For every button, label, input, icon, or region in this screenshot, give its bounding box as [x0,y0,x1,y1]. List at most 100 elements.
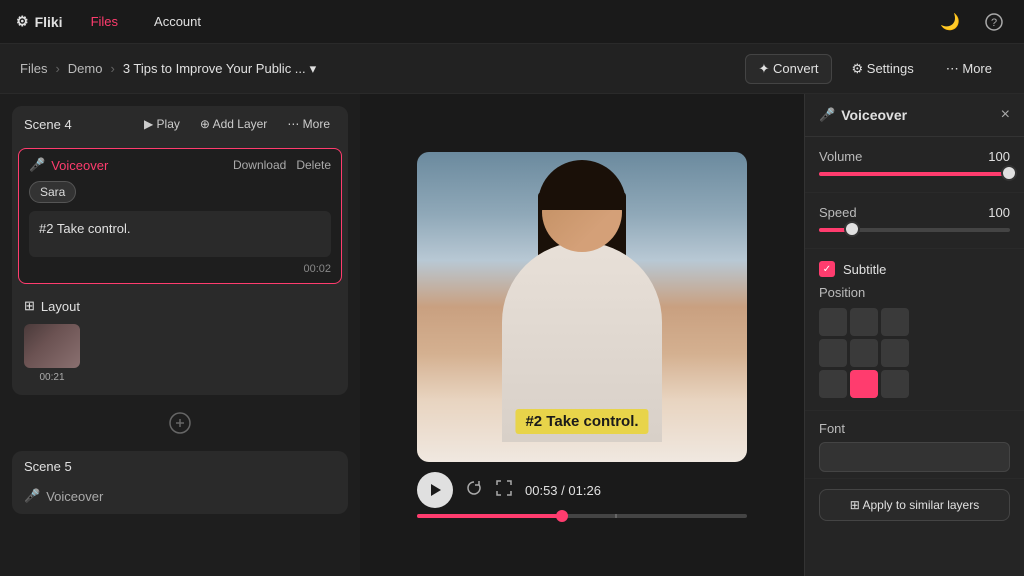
main-content: Scene 4 ▶ Play ⊕ Add Layer ⋯ More 🎤 Voic… [0,94,1024,576]
font-selector[interactable] [819,442,1010,472]
settings-button[interactable]: ⚙ Settings [840,55,926,83]
mic-icon: 🎤 [29,157,45,173]
voiceover-panel-title: Voiceover [841,107,994,123]
voiceover-label: Voiceover [51,158,227,173]
breadcrumb-demo[interactable]: Demo [68,61,103,76]
replay-button[interactable] [465,479,483,502]
volume-value: 100 [988,149,1010,164]
position-label: Position [819,285,1010,300]
position-cell-1[interactable] [850,308,878,336]
position-cell-8[interactable] [881,370,909,398]
dark-mode-button[interactable]: 🌙 [936,8,964,36]
app-logo: ⚙ Fliki [16,13,63,30]
top-nav: ⚙ Fliki Files Account 🌙 ? [0,0,1024,44]
voiceover-panel-header: 🎤 Voiceover × [805,94,1024,137]
position-section: Position [819,285,1010,398]
voiceover-header: 🎤 Voiceover Download Delete [29,157,331,173]
breadcrumb-current[interactable]: 3 Tips to Improve Your Public ... ▾ [123,61,316,77]
subtitle-section: ✓ Subtitle Position [805,249,1024,411]
breadcrumb-bar: Files › Demo › 3 Tips to Improve Your Pu… [0,44,1024,94]
scene4-title: Scene 4 [24,117,72,132]
breadcrumb-sep-2: › [110,61,114,76]
voiceover-download-button[interactable]: Download [233,158,286,172]
scene5-title: Scene 5 [24,459,72,474]
chevron-down-icon: ▾ [310,61,317,77]
scene5-mic-icon: 🎤 [24,488,40,504]
grid-icon: ⊞ [24,298,35,314]
scene4-add-layer-button[interactable]: ⊕ Add Layer [194,114,273,134]
position-cell-3[interactable] [819,339,847,367]
play-button[interactable] [417,472,453,508]
scene4-header: Scene 4 ▶ Play ⊕ Add Layer ⋯ More [12,106,348,142]
layout-title: ⊞ Layout [24,298,336,314]
nav-right: 🌙 ? [936,8,1008,36]
position-cell-6[interactable] [819,370,847,398]
speed-value: 100 [988,205,1010,220]
speed-slider[interactable] [819,228,1010,232]
position-cell-2[interactable] [881,308,909,336]
panel-close-button[interactable]: × [1001,106,1010,124]
volume-slider[interactable] [819,172,1010,176]
convert-button[interactable]: ✦ Convert [745,54,831,84]
progress-fill [417,514,562,518]
right-panel: 🎤 Voiceover × Volume 100 Speed 100 [804,94,1024,576]
voiceover-text[interactable]: #2 Take control. [29,211,331,257]
position-grid [819,308,1010,398]
position-cell-7[interactable] [850,370,878,398]
center-panel: #2 Take control. 00:53 [360,94,804,576]
breadcrumb-actions: ✦ Convert ⚙ Settings ⋯ More [745,54,1004,84]
speed-thumb [846,223,858,235]
position-cell-0[interactable] [819,308,847,336]
nav-account[interactable]: Account [146,10,209,33]
voiceover-duration: 00:02 [29,263,331,275]
scene5-voiceover-label: Voiceover [46,489,103,504]
nav-files[interactable]: Files [83,10,126,33]
scene4-actions: ▶ Play ⊕ Add Layer ⋯ More [138,114,336,134]
font-section: Font [805,411,1024,479]
video-controls: 00:53 / 01:26 [417,472,747,508]
speed-label: Speed [819,205,857,220]
volume-section: Volume 100 [805,137,1024,193]
layout-thumbnail[interactable] [24,324,80,368]
more-button[interactable]: ⋯ More [934,55,1004,83]
progress-track[interactable] [417,514,747,518]
layout-section: ⊞ Layout 00:21 [12,290,348,395]
volume-thumb [1003,167,1015,179]
chapter-marker [615,514,617,518]
speed-row: Speed 100 [819,205,1010,220]
video-player: #2 Take control. [417,152,747,462]
thumbnail-image [24,324,80,368]
voice-chip[interactable]: Sara [29,181,76,203]
scene4-more-button[interactable]: ⋯ More [281,114,336,134]
scene5-card: Scene 5 🎤 Voiceover [12,451,348,514]
voiceover-delete-button[interactable]: Delete [296,158,331,172]
panel-mic-icon: 🎤 [819,107,835,123]
subtitle-checkbox[interactable]: ✓ [819,261,835,277]
add-scene-button[interactable] [12,405,348,441]
volume-row: Volume 100 [819,149,1010,164]
svg-text:?: ? [991,17,997,29]
fullscreen-button[interactable] [495,479,513,502]
scene4-play-button[interactable]: ▶ Play [138,114,186,134]
scene5-header: Scene 5 [12,451,348,482]
left-panel: Scene 4 ▶ Play ⊕ Add Layer ⋯ More 🎤 Voic… [0,94,360,576]
person-hair [538,160,626,210]
video-subtitle: #2 Take control. [515,409,648,434]
video-progress[interactable] [417,514,747,518]
speed-section: Speed 100 [805,193,1024,249]
gear-icon: ⚙ [16,13,29,30]
voiceover-layer: 🎤 Voiceover Download Delete Sara #2 Take… [18,148,342,284]
font-label: Font [819,421,1010,436]
apply-to-similar-button[interactable]: ⊞ Apply to similar layers [819,489,1010,521]
position-cell-4[interactable] [850,339,878,367]
breadcrumb-files[interactable]: Files [20,61,47,76]
position-cell-5[interactable] [881,339,909,367]
breadcrumb-sep-1: › [55,61,59,76]
subtitle-row: ✓ Subtitle [819,261,1010,277]
voiceover-actions: Download Delete [233,158,331,172]
thumbnail-time: 00:21 [24,372,80,383]
speed-fill [819,228,853,232]
help-button[interactable]: ? [980,8,1008,36]
progress-thumb [556,510,568,522]
scene4-card: Scene 4 ▶ Play ⊕ Add Layer ⋯ More 🎤 Voic… [12,106,348,395]
